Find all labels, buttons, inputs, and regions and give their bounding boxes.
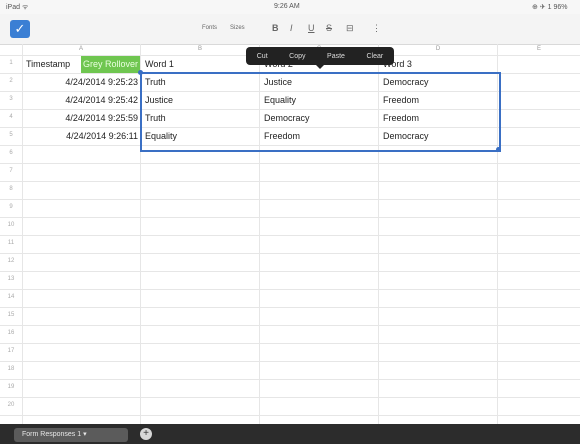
strikethrough-button[interactable]: S: [326, 23, 332, 33]
add-sheet-button[interactable]: +: [140, 428, 152, 440]
clear-menu-item[interactable]: Clear: [366, 53, 383, 60]
paste-menu-item[interactable]: Paste: [327, 53, 345, 60]
underline-button[interactable]: U: [308, 23, 315, 33]
grid-line: [0, 307, 580, 308]
column-header-d[interactable]: D: [379, 44, 497, 55]
grid-line: [0, 271, 580, 272]
table-cell-timestamp[interactable]: 4/24/2014 9:25:59: [26, 113, 138, 123]
row-number[interactable]: 19: [0, 384, 22, 390]
row-number[interactable]: 9: [0, 204, 22, 210]
font-selector[interactable]: Fonts: [202, 25, 217, 31]
checkmark-icon: ✓: [14, 21, 26, 36]
context-menu: Cut Copy Paste Clear: [246, 47, 394, 65]
size-selector[interactable]: Sizes: [230, 25, 245, 31]
bold-button[interactable]: B: [272, 23, 279, 33]
grid-line: [0, 199, 580, 200]
grid-line: [0, 235, 580, 236]
grid-line: [0, 343, 580, 344]
carrier-label: iPad ᯤ: [6, 4, 29, 11]
toolbar: ✓ Fonts Sizes B I U S ⊟ ⋮: [0, 14, 580, 45]
row-number[interactable]: 18: [0, 366, 22, 372]
grid-line: [22, 44, 23, 424]
grid-line: [0, 397, 580, 398]
italic-button[interactable]: I: [290, 23, 293, 33]
grid-line: [0, 253, 580, 254]
spreadsheet-grid[interactable]: A B C D E 1 2 3 4 5 6 7 8 9 10 11 12 13 …: [0, 44, 580, 424]
row-number[interactable]: 8: [0, 186, 22, 192]
column-header-a[interactable]: A: [22, 44, 140, 55]
grid-line: [0, 325, 580, 326]
table-cell-timestamp[interactable]: 4/24/2014 9:25:23: [26, 77, 138, 87]
merge-cells-button[interactable]: ⊟: [346, 23, 354, 34]
grid-line: [0, 217, 580, 218]
selection-handle-bottom-right[interactable]: [496, 147, 501, 152]
column-header-b[interactable]: B: [141, 44, 259, 55]
done-check-button[interactable]: ✓: [10, 20, 30, 38]
row-number[interactable]: 14: [0, 294, 22, 300]
selection-range[interactable]: [140, 72, 501, 152]
row-number[interactable]: 13: [0, 276, 22, 282]
row-number[interactable]: 5: [0, 132, 22, 138]
grid-line: [0, 289, 580, 290]
row-number[interactable]: 3: [0, 96, 22, 102]
row-number[interactable]: 6: [0, 150, 22, 156]
context-menu-pointer: [316, 65, 324, 69]
more-options-button[interactable]: ⋮: [372, 23, 381, 34]
table-cell-timestamp[interactable]: 4/24/2014 9:26:11: [26, 131, 138, 141]
row-number[interactable]: 10: [0, 222, 22, 228]
row-number[interactable]: 16: [0, 330, 22, 336]
row-number[interactable]: 11: [0, 240, 22, 246]
row-number[interactable]: 1: [0, 60, 22, 66]
column-header-e[interactable]: E: [498, 44, 580, 55]
clock: 9:26 AM: [274, 3, 300, 10]
row-number[interactable]: 12: [0, 258, 22, 264]
header-grey-rollover[interactable]: Grey Rollover: [83, 59, 139, 69]
table-cell-timestamp[interactable]: 4/24/2014 9:25:42: [26, 95, 138, 105]
selection-handle-top-left[interactable]: [138, 70, 143, 75]
header-word-3[interactable]: Word 3: [383, 59, 493, 69]
status-bar: iPad ᯤ 9:26 AM ⊕ ✈ 1 96%: [0, 0, 580, 14]
row-number[interactable]: 7: [0, 168, 22, 174]
sheet-tab-bar: Form Responses 1 ▾ +: [0, 424, 580, 444]
row-number[interactable]: 20: [0, 402, 22, 408]
sheet-tab-form-responses[interactable]: Form Responses 1 ▾: [14, 428, 128, 442]
grid-line: [0, 181, 580, 182]
header-timestamp[interactable]: Timestamp: [26, 59, 80, 69]
row-number[interactable]: 15: [0, 312, 22, 318]
row-number[interactable]: 2: [0, 78, 22, 84]
header-word-1[interactable]: Word 1: [145, 59, 255, 69]
grid-line: [0, 163, 580, 164]
row-number[interactable]: 4: [0, 114, 22, 120]
battery-indicator: ⊕ ✈ 1 96%: [532, 4, 568, 11]
grid-line: [0, 361, 580, 362]
copy-menu-item[interactable]: Copy: [289, 53, 305, 60]
grid-line: [0, 415, 580, 416]
grid-line: [0, 379, 580, 380]
row-number[interactable]: 17: [0, 348, 22, 354]
cut-menu-item[interactable]: Cut: [257, 53, 268, 60]
